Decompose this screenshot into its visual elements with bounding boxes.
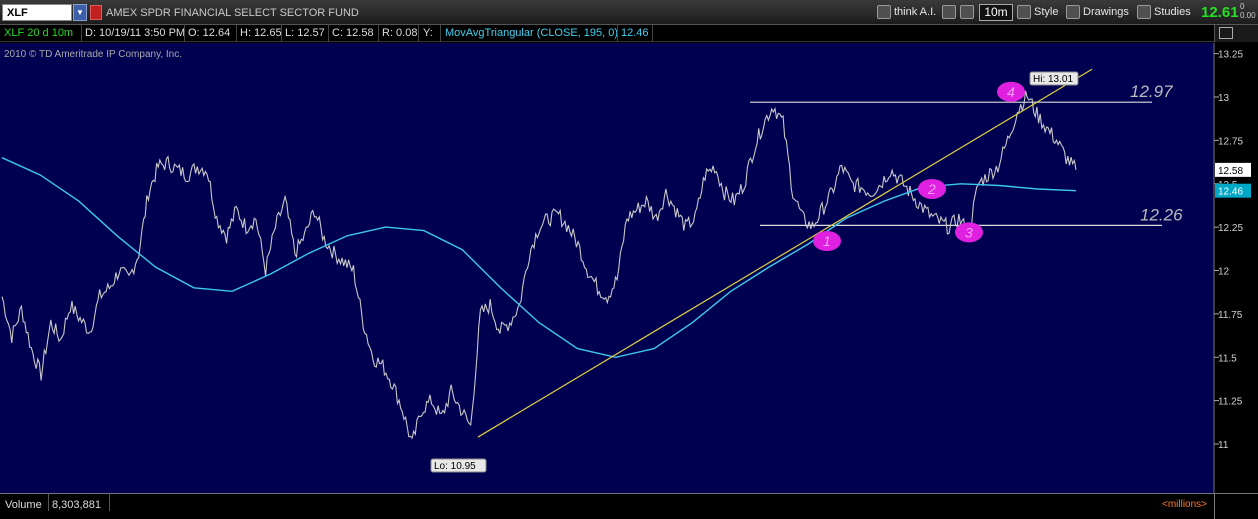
fund-name: AMEX SPDR FINANCIAL SELECT SECTOR FUND bbox=[106, 7, 359, 19]
style-button[interactable]: Style bbox=[1017, 4, 1058, 21]
price-chart[interactable]: 13.251312.7512.512.251211.7511.511.2511 … bbox=[0, 43, 1258, 493]
price-chart-svg[interactable]: 13.251312.7512.512.251211.7511.511.2511 … bbox=[0, 43, 1258, 493]
y-tick-label: 12 bbox=[1218, 267, 1230, 278]
copyright-text: 2010 © TD Ameritrade IP Company, Inc. bbox=[4, 49, 183, 60]
y-tick-label: 12.25 bbox=[1218, 223, 1243, 234]
top-toolbar: XLF ▼ AMEX SPDR FINANCIAL SELECT SECTOR … bbox=[0, 0, 1258, 25]
volume-axis bbox=[1214, 493, 1258, 519]
chart-settings-button[interactable] bbox=[1214, 25, 1258, 42]
change-top: 0 bbox=[1240, 2, 1245, 11]
separator bbox=[81, 25, 82, 42]
bar-open: O: 12.64 bbox=[188, 27, 231, 39]
last-price: 12.61 bbox=[1201, 4, 1239, 21]
separator bbox=[109, 494, 110, 511]
bar-y: Y: bbox=[423, 27, 433, 39]
separator bbox=[652, 25, 653, 42]
separator bbox=[184, 25, 185, 42]
info-bar: XLF 20 d 10m D: 10/19/11 3:50 PM O: 12.6… bbox=[0, 25, 1214, 42]
lo-label: Lo: 10.95 bbox=[434, 461, 476, 472]
pencil-icon bbox=[1066, 5, 1080, 20]
separator bbox=[328, 25, 329, 42]
hi-label: Hi: 13.01 bbox=[1033, 74, 1073, 85]
change-bottom: 0.00 bbox=[1240, 11, 1256, 20]
point-marker-label: 2 bbox=[927, 181, 936, 197]
point-marker-label: 3 bbox=[965, 224, 973, 240]
y-tick-label: 12.75 bbox=[1218, 136, 1243, 147]
point-marker-label: 4 bbox=[1007, 84, 1015, 100]
studies-label: Studies bbox=[1154, 6, 1191, 18]
zoom-button[interactable] bbox=[960, 4, 977, 21]
volume-value: 8,303,881 bbox=[52, 499, 101, 511]
study-name[interactable]: MovAvgTriangular (CLOSE, 195, 0) bbox=[445, 27, 618, 39]
separator bbox=[378, 25, 379, 42]
studies-icon bbox=[1137, 5, 1151, 20]
separator bbox=[48, 494, 49, 511]
drawings-button[interactable]: Drawings bbox=[1066, 4, 1129, 21]
crosshair-icon bbox=[942, 5, 956, 20]
y-tick-label: 13 bbox=[1218, 93, 1230, 104]
studies-button[interactable]: Studies bbox=[1137, 4, 1191, 21]
symbol-input[interactable]: XLF bbox=[2, 4, 72, 21]
level-label: 12.97 bbox=[1130, 82, 1173, 101]
y-tick-label: 11.5 bbox=[1218, 353, 1237, 364]
tools-button[interactable] bbox=[942, 4, 959, 21]
level-label: 12.26 bbox=[1140, 205, 1183, 224]
bar-low: L: 12.57 bbox=[285, 27, 325, 39]
volume-units: <millions> bbox=[1162, 499, 1208, 510]
y-tick-label: 11.25 bbox=[1218, 397, 1243, 408]
separator bbox=[418, 25, 419, 42]
volume-pane: Volume 8,303,881 <millions> bbox=[0, 493, 1214, 519]
separator bbox=[440, 25, 441, 42]
think-ai-button[interactable]: think A.I. bbox=[877, 4, 936, 21]
period-button[interactable]: 10m bbox=[979, 4, 1013, 21]
think-ai-icon bbox=[877, 5, 891, 20]
flag-icon[interactable] bbox=[90, 5, 102, 20]
drawings-label: Drawings bbox=[1083, 6, 1129, 18]
style-icon bbox=[1017, 5, 1031, 20]
chart-settings-icon bbox=[1219, 27, 1233, 39]
plot-background bbox=[0, 43, 1214, 493]
bar-high: H: 12.65 bbox=[240, 27, 282, 39]
separator bbox=[281, 25, 282, 42]
style-label: Style bbox=[1034, 6, 1059, 18]
separator bbox=[236, 25, 237, 42]
study-value: 12.46 bbox=[621, 27, 649, 39]
last-price-tag: 12.58 bbox=[1218, 166, 1243, 177]
volume-label: Volume bbox=[5, 499, 42, 511]
y-tick-label: 11 bbox=[1218, 440, 1229, 451]
chart-label: XLF 20 d 10m bbox=[4, 27, 74, 39]
think-ai-label: think A.I. bbox=[894, 6, 937, 18]
y-tick-label: 11.75 bbox=[1218, 310, 1243, 321]
y-tick-label: 13.25 bbox=[1218, 50, 1243, 61]
separator bbox=[617, 25, 618, 42]
point-marker-label: 1 bbox=[823, 233, 831, 249]
symbol-dropdown-icon[interactable]: ▼ bbox=[73, 4, 87, 21]
bar-close: C: 12.58 bbox=[332, 27, 374, 39]
change-values: 0 0.00 bbox=[1240, 2, 1256, 20]
ma-value-tag: 12.46 bbox=[1218, 187, 1243, 198]
bar-range: R: 0.08 bbox=[382, 27, 418, 39]
zoom-icon bbox=[960, 5, 974, 20]
bar-date: D: 10/19/11 3:50 PM bbox=[85, 27, 186, 39]
